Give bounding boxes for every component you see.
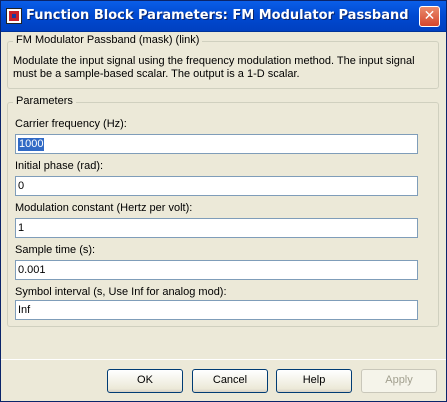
cancel-button[interactable]: Cancel bbox=[192, 369, 268, 393]
mask-group-title: FM Modulator Passband (mask) (link) bbox=[13, 34, 203, 46]
symbol-interval-label: Symbol interval (s, Use Inf for analog m… bbox=[15, 286, 227, 298]
modulation-constant-field[interactable] bbox=[15, 218, 418, 238]
button-separator bbox=[1, 359, 446, 360]
mask-description: Modulate the input signal using the freq… bbox=[13, 55, 415, 80]
symbol-interval-field[interactable] bbox=[15, 300, 418, 320]
mask-description-group: FM Modulator Passband (mask) (link) Modu… bbox=[7, 34, 439, 89]
close-icon[interactable]: ✕ bbox=[419, 6, 440, 27]
ok-button[interactable]: OK bbox=[107, 369, 183, 393]
initial-phase-label: Initial phase (rad): bbox=[15, 160, 104, 172]
window-title: Function Block Parameters: FM Modulator … bbox=[26, 8, 409, 23]
sample-time-field[interactable] bbox=[15, 260, 418, 280]
parameters-group: Parameters Carrier frequency (Hz): 1000 … bbox=[7, 95, 439, 327]
simulink-block-icon bbox=[6, 8, 22, 24]
carrier-frequency-field[interactable]: 1000 bbox=[15, 134, 418, 154]
sample-time-label: Sample time (s): bbox=[15, 244, 96, 256]
modulation-constant-label: Modulation constant (Hertz per volt): bbox=[15, 202, 193, 214]
initial-phase-field[interactable] bbox=[15, 176, 418, 196]
apply-button[interactable]: Apply bbox=[361, 369, 437, 393]
carrier-frequency-label: Carrier frequency (Hz): bbox=[15, 118, 127, 130]
dialog-window: Function Block Parameters: FM Modulator … bbox=[0, 0, 447, 402]
carrier-frequency-value: 1000 bbox=[18, 138, 45, 151]
parameters-group-title: Parameters bbox=[13, 95, 76, 107]
help-button[interactable]: Help bbox=[276, 369, 352, 393]
title-bar[interactable]: Function Block Parameters: FM Modulator … bbox=[1, 1, 446, 32]
